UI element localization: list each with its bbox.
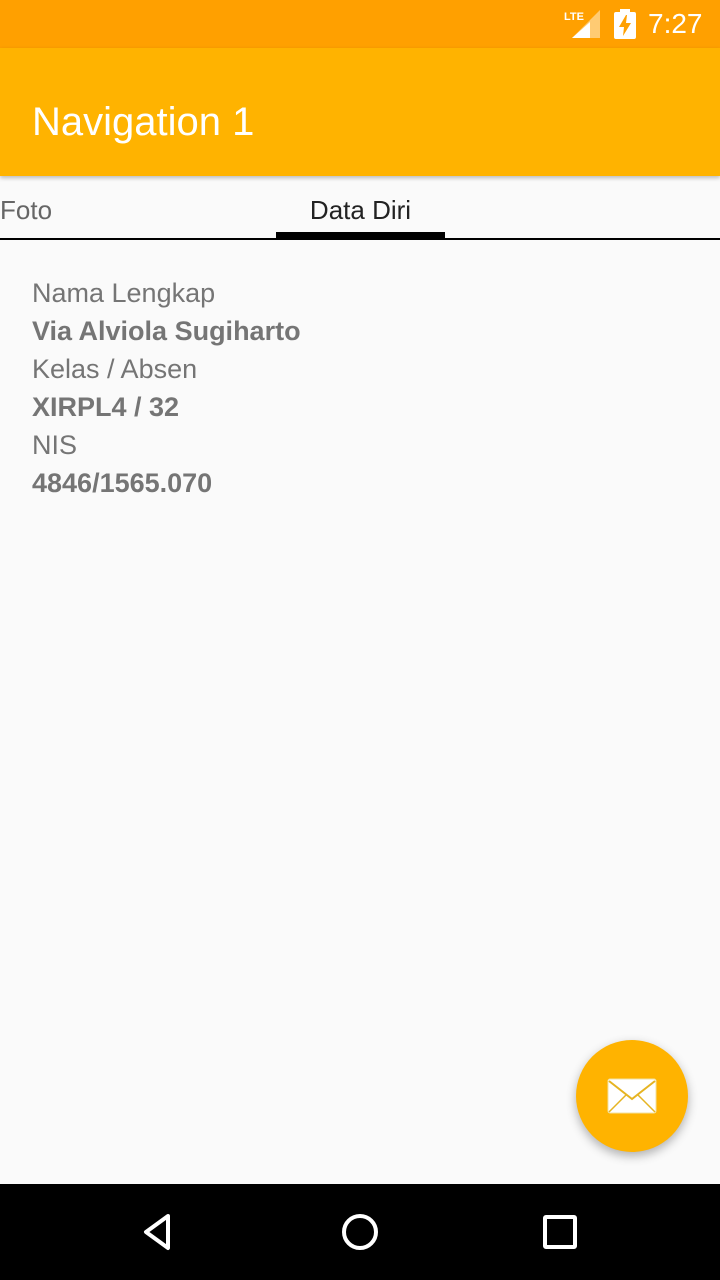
system-nav-bar [0,1184,720,1280]
status-bar: LTE 7:27 [0,0,720,48]
app-title: Navigation 1 [32,100,255,144]
network-type-label: LTE [564,11,584,23]
screen: LTE 7:27 Navigation 1 Foto Data Diri Nam… [0,0,720,1280]
home-icon[interactable] [336,1208,384,1256]
class-number-label: Kelas / Absen [32,354,198,384]
nis-value: 4846/1565.070 [32,468,213,498]
back-icon[interactable] [136,1208,184,1256]
tab-indicator [276,232,445,238]
lte-signal-icon: LTE [564,10,600,38]
app-bar: Navigation 1 [0,48,720,176]
tab-data-diri[interactable]: Data Diri [276,176,445,238]
tab-bar: Foto Data Diri [0,176,720,240]
battery-charging-icon [614,9,636,39]
recent-apps-icon[interactable] [536,1208,584,1256]
profile-details: Nama Lengkap Via Alviola Sugiharto Kelas… [32,274,692,502]
full-name-value: Via Alviola Sugiharto [32,316,301,346]
tab-foto[interactable]: Foto [0,176,120,238]
envelope-icon [607,1078,657,1114]
status-time: 7:27 [648,8,703,39]
full-name-label: Nama Lengkap [32,278,216,308]
class-number-value: XIRPL4 / 32 [32,392,180,422]
nis-label: NIS [32,430,78,460]
email-fab-button[interactable] [576,1040,688,1152]
